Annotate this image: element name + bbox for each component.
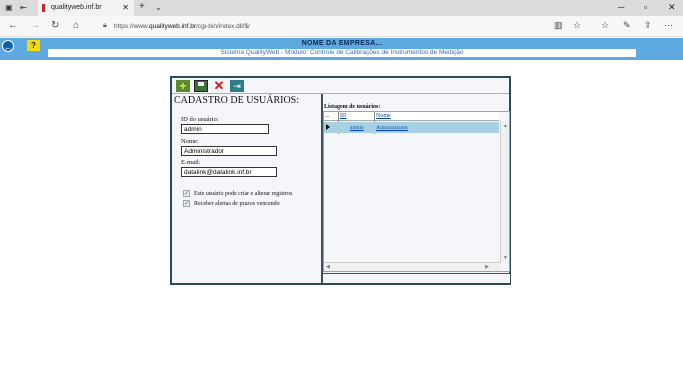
tab-list-chevron-icon[interactable]: ⌄	[155, 3, 162, 12]
system-subtitle: Sistema QualityWeb - Módulo: Controle de…	[48, 49, 636, 57]
user-list-title: Listagem de usuários:	[324, 104, 381, 110]
url-text: https://www.qualityweb.inf.br/cgi-bin/in…	[114, 23, 250, 30]
browser-nav-bar: ← → ↻ ⌂ 🔒︎ https://www.qualityweb.inf.br…	[0, 16, 683, 37]
scroll-up-icon[interactable]: ▲	[503, 123, 508, 129]
email-label: E-mail:	[181, 159, 201, 166]
user-name-input[interactable]	[181, 146, 277, 156]
row-name-link[interactable]: Administrador	[376, 125, 408, 131]
form-title: CADASTRO DE USUÁRIOS:	[174, 95, 300, 106]
app-back-icon[interactable]: ←	[2, 40, 14, 52]
can-edit-label: Este usuário pode criar e alterar regist…	[194, 191, 293, 197]
grid-col-selector: ...	[325, 113, 330, 119]
alerts-label: Receber alertas de prazos vencendo	[194, 201, 280, 207]
id-label: ID do usuário:	[181, 116, 219, 123]
maximize-icon[interactable]: ▫	[644, 2, 647, 12]
add-icon[interactable]: +	[176, 80, 190, 92]
grid-header: ... ID Nome	[324, 112, 499, 121]
grid-footer	[323, 273, 510, 283]
forward-arrow-icon[interactable]: →	[30, 20, 40, 31]
home-icon[interactable]: ⌂	[73, 20, 79, 31]
user-registration-panel: + ✕ ⇥ CADASTRO DE USUÁRIOS: ID do usuári…	[170, 76, 511, 285]
favorite-star-icon[interactable]: ☆	[573, 20, 581, 31]
favorites-hub-icon[interactable]: ☆	[601, 20, 609, 31]
help-icon[interactable]: ?	[27, 40, 40, 51]
grid-horizontal-scrollbar[interactable]: ◀ ▶	[324, 262, 501, 271]
close-tab-icon[interactable]: ✕	[122, 3, 129, 12]
lock-icon: 🔒︎	[103, 22, 107, 29]
share-icon[interactable]: ⇪	[644, 20, 652, 31]
app-header: ← ? NOME DA EMPRESA... Sistema QualityWe…	[0, 38, 683, 60]
scroll-right-icon[interactable]: ▶	[485, 264, 489, 270]
back-arrow-icon[interactable]: ←	[8, 20, 18, 31]
tab-actions-icon[interactable]: ▣	[5, 3, 13, 12]
browser-tab[interactable]: qualityweb.inf.br ✕	[38, 0, 134, 16]
scroll-down-icon[interactable]: ▼	[503, 255, 508, 261]
user-id-input[interactable]	[181, 124, 269, 134]
save-icon[interactable]	[194, 80, 208, 92]
tab-title: qualityweb.inf.br	[51, 4, 102, 11]
new-tab-icon[interactable]: +	[139, 1, 145, 12]
set-aside-tabs-icon[interactable]: ⇤	[20, 3, 27, 12]
name-label: Nome:	[181, 138, 199, 145]
can-edit-checkbox[interactable]: ✓	[183, 190, 190, 197]
scroll-left-icon[interactable]: ◀	[326, 264, 330, 270]
table-row[interactable]: admin Administrador	[324, 122, 499, 133]
delete-icon[interactable]: ✕	[212, 79, 226, 92]
alerts-checkbox[interactable]: ✓	[183, 200, 190, 207]
row-id-link[interactable]: admin	[350, 125, 364, 131]
user-list-grid: ... ID Nome admin Administrador ▲ ▼ ◀ ▶	[323, 111, 510, 272]
close-window-icon[interactable]: ✕	[668, 2, 676, 13]
grid-col-id[interactable]: ID	[340, 113, 346, 119]
address-bar[interactable]: 🔒︎ https://www.qualityweb.inf.br/cgi-bin…	[98, 20, 588, 33]
company-name: NOME DA EMPRESA...	[301, 40, 383, 47]
reading-view-icon[interactable]: ▥	[554, 20, 563, 31]
row-pointer-icon	[326, 124, 330, 130]
exit-icon[interactable]: ⇥	[230, 80, 244, 92]
grid-vertical-scrollbar[interactable]: ▲ ▼	[500, 121, 509, 262]
notes-pen-icon[interactable]: ✎	[623, 20, 631, 31]
more-menu-icon[interactable]: ⋯	[664, 20, 673, 31]
grid-col-name[interactable]: Nome	[376, 113, 391, 119]
form-toolbar: + ✕ ⇥	[172, 78, 509, 94]
refresh-icon[interactable]: ↻	[51, 20, 59, 31]
browser-tab-bar: ▣ ⇤ qualityweb.inf.br ✕ + ⌄ ─ ▫ ✕	[0, 0, 683, 16]
user-email-input[interactable]	[181, 167, 277, 177]
minimize-icon[interactable]: ─	[618, 2, 624, 12]
